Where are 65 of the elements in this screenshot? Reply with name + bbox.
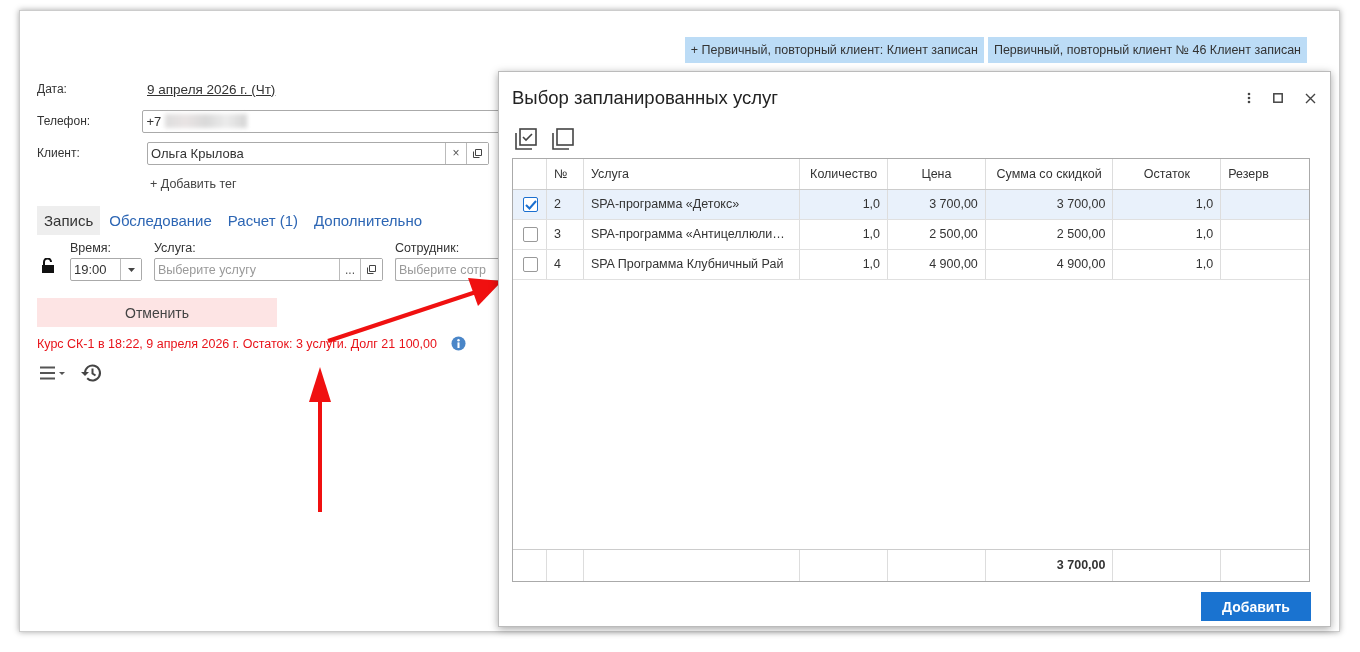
- open-button[interactable]: [466, 142, 488, 164]
- table-cell: 2 500,00: [888, 220, 986, 249]
- field-label: Дата:: [37, 82, 68, 96]
- table-cell: 4: [546, 250, 584, 279]
- client-field[interactable]: Ольга Крылова ×: [147, 141, 489, 165]
- checkbox[interactable]: [523, 197, 538, 212]
- time-field[interactable]: 19:00: [70, 258, 142, 281]
- more-icon[interactable]: [1247, 92, 1251, 104]
- table-cell: 1,0: [800, 250, 889, 279]
- add-button[interactable]: Добавить: [1201, 592, 1311, 621]
- field-label: Клиент:: [37, 146, 81, 160]
- table-cell: 1,0: [1113, 220, 1222, 249]
- table-cell: 3 700,00: [985, 190, 1114, 219]
- tab[interactable]: Обследование: [102, 206, 219, 235]
- status-tag[interactable]: + Первичный, повторный клиент: Клиент записан: [684, 37, 984, 63]
- table-row[interactable]: 4 SPA Программа Клубничный Рай 1,0 4 900,00 4 900,00 1,0: [513, 250, 1309, 280]
- column-header[interactable]: Остаток: [1113, 159, 1222, 189]
- column-header[interactable]: Сумма со скидкой: [985, 159, 1114, 189]
- check-all-icon[interactable]: [515, 128, 537, 150]
- table-cell: 4 900,00: [888, 250, 986, 279]
- table-cell: SPA-программа «Детокс»: [583, 190, 801, 219]
- table-cell: SPA Программа Клубничный Рай: [583, 250, 801, 279]
- table-cell: 2 500,00: [985, 220, 1114, 249]
- date-link[interactable]: 9 апреля 2026 г. (Чт): [147, 81, 276, 97]
- dialog-title: Выбор запланированных услуг: [512, 87, 780, 109]
- field-label: Услуга:: [154, 241, 197, 255]
- column-header[interactable]: Резерв: [1221, 159, 1309, 189]
- table-cell: 4 900,00: [985, 250, 1114, 279]
- info-icon[interactable]: [450, 336, 466, 351]
- table-cell: 1,0: [1113, 190, 1222, 219]
- table-row[interactable]: 2 SPA-программа «Детокс» 1,0 3 700,00 3 700,00 1,0: [513, 190, 1309, 220]
- total-sum: 3 700,00: [1056, 558, 1106, 572]
- field-label: Телефон:: [37, 114, 92, 128]
- maximize-icon[interactable]: [1273, 93, 1283, 103]
- column-header[interactable]: Услуга: [583, 159, 801, 189]
- table-row[interactable]: 3 SPA-программа «Антицеллюли… 1,0 2 500,00 2 500,00 1,0: [513, 220, 1309, 250]
- tab[interactable]: Запись: [37, 206, 101, 235]
- table-cell: 1,0: [800, 220, 889, 249]
- history-icon[interactable]: [80, 363, 102, 383]
- tab[interactable]: Расчет (1): [220, 206, 306, 235]
- table-cell: SPA-программа «Антицеллюли…: [583, 220, 801, 249]
- status-tag[interactable]: Первичный, повторный клиент № 46 Клиент записан: [987, 37, 1307, 63]
- uncheck-all-icon[interactable]: [552, 128, 574, 150]
- checkbox[interactable]: [523, 227, 538, 242]
- dropdown-caret-icon: [127, 267, 135, 272]
- field-label: Сотрудник:: [395, 241, 461, 255]
- column-header[interactable]: Цена: [888, 159, 986, 189]
- table-cell: 2: [546, 190, 584, 219]
- table-cell: 1,0: [1113, 250, 1222, 279]
- column-header[interactable]: Количество: [800, 159, 889, 189]
- close-icon[interactable]: [1305, 92, 1316, 104]
- course-info-text: Курс СК-1 в 18:22, 9 апреля 2026 г. Остаток: 3 услуги. Долг 21 100,00: [37, 336, 437, 351]
- unlocked-padlock-icon[interactable]: [41, 258, 55, 274]
- open-icon[interactable]: [366, 264, 377, 275]
- table-cell: 3 700,00: [888, 190, 986, 219]
- field-label: Время:: [70, 241, 113, 255]
- service-field[interactable]: Выберите услугу ...: [154, 258, 383, 281]
- cancel-button[interactable]: Отменить: [37, 298, 277, 327]
- checkbox[interactable]: [523, 257, 538, 272]
- table-cell: 3: [546, 220, 584, 249]
- table-cell: 1,0: [800, 190, 889, 219]
- menu-icon[interactable]: [40, 366, 65, 380]
- tab[interactable]: Дополнительно: [307, 206, 429, 235]
- open-icon: [472, 147, 483, 159]
- column-header[interactable]: №: [546, 159, 584, 189]
